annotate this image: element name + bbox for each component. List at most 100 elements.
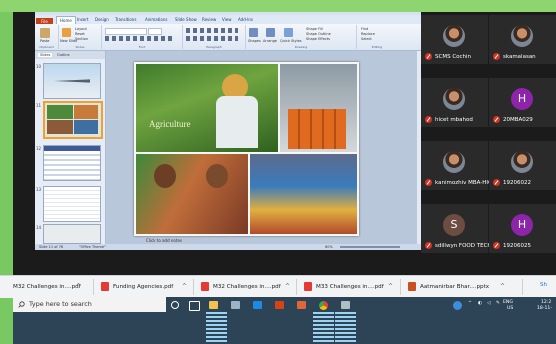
chevron-up-icon[interactable]: ^ bbox=[500, 281, 505, 293]
section-label[interactable]: Section bbox=[75, 37, 88, 41]
clock-time[interactable]: 12:2 bbox=[541, 300, 551, 305]
chevron-up-icon[interactable]: ^ bbox=[468, 301, 472, 306]
thumb-number: 11 bbox=[36, 103, 42, 108]
download-item[interactable]: M32 Challenges in....pdf ^ bbox=[13, 281, 81, 293]
slide-thumbnail[interactable] bbox=[43, 145, 101, 181]
participant-tile[interactable]: kanimozhiv MBA-HIC... bbox=[421, 141, 497, 190]
chevron-up-icon[interactable]: ^ bbox=[388, 281, 393, 293]
tab-insert[interactable]: Insert bbox=[77, 16, 88, 23]
download-name: M33 Challenges in....pdf bbox=[316, 284, 384, 290]
font-name-box[interactable] bbox=[105, 28, 147, 35]
chevron-up-icon[interactable]: ^ bbox=[76, 281, 81, 293]
font-format-buttons[interactable] bbox=[105, 36, 175, 41]
tab-view[interactable]: View bbox=[222, 16, 232, 23]
divider bbox=[193, 279, 194, 295]
slide-thumbnail[interactable] bbox=[43, 186, 101, 222]
quick-styles-icon[interactable] bbox=[284, 28, 293, 37]
download-name: M32 Challenges in....pdf bbox=[13, 284, 81, 290]
tab-transitions[interactable]: Transitions bbox=[115, 16, 136, 23]
show-all-link[interactable]: Sh bbox=[540, 282, 547, 288]
shape-effects-label[interactable]: Shape Effects bbox=[306, 37, 330, 41]
participant-tile[interactable]: skamalasan bbox=[489, 15, 556, 64]
find-label[interactable]: Find bbox=[361, 27, 368, 31]
download-item[interactable]: Aatmanirbar Bhar....pptx ^ bbox=[408, 281, 505, 293]
slide-thumbnails-pane: Slides Outline 10 11 12 13 14 bbox=[35, 51, 106, 244]
pptx-icon bbox=[408, 282, 416, 291]
notes-placeholder[interactable]: Click to add notes bbox=[146, 238, 182, 243]
layout-label[interactable]: Layout bbox=[75, 27, 87, 31]
group-label: Slides bbox=[75, 45, 85, 49]
participant-tile[interactable]: SCMS Cochin bbox=[421, 15, 488, 64]
volume-icon[interactable]: ◁ bbox=[487, 301, 491, 306]
shape-outline-label[interactable]: Shape Outline bbox=[306, 32, 331, 36]
mic-muted-icon bbox=[493, 116, 500, 123]
avatar-initial: S bbox=[443, 214, 465, 236]
pen-icon[interactable]: ✎ bbox=[496, 301, 500, 306]
participant-tile[interactable]: hicet mbahod bbox=[421, 78, 488, 127]
thumb-number: 10 bbox=[36, 64, 42, 69]
taskbar-active-indicator bbox=[335, 312, 356, 344]
participant-name-row: skamalasan bbox=[493, 53, 536, 60]
download-item[interactable]: M33 Challenges in....pdf ^ bbox=[304, 281, 393, 293]
file-explorer-icon[interactable] bbox=[209, 301, 218, 309]
powerpoint-icon[interactable] bbox=[275, 301, 284, 309]
participant-name: SCMS Cochin bbox=[435, 54, 472, 60]
chrome-icon[interactable] bbox=[319, 301, 328, 310]
tab-design[interactable]: Design bbox=[95, 16, 109, 23]
taskbar-active-indicator bbox=[206, 312, 227, 344]
list-buttons[interactable] bbox=[186, 28, 238, 33]
download-item[interactable]: Funding Agencies.pdf ^ bbox=[101, 281, 187, 293]
shapes-icon[interactable] bbox=[249, 28, 258, 37]
language-code[interactable]: ENG bbox=[503, 300, 513, 305]
taskbar-search[interactable]: Type here to search bbox=[13, 297, 166, 312]
participant-name-row: hicet mbahod bbox=[425, 116, 473, 123]
group-label: Clipboard bbox=[39, 45, 54, 49]
align-buttons[interactable] bbox=[186, 36, 238, 41]
tab-add-ins[interactable]: Add-Ins bbox=[238, 16, 253, 23]
weather-icon[interactable] bbox=[453, 301, 462, 310]
slide-thumbnail-selected[interactable] bbox=[43, 101, 103, 139]
network-icon[interactable]: ◐ bbox=[478, 301, 482, 306]
shape-fill-label[interactable]: Shape Fill bbox=[306, 27, 323, 31]
slide-thumbnail[interactable] bbox=[43, 224, 101, 244]
ribbon-tabs: File Home Insert Design Transitions Anim… bbox=[35, 15, 427, 26]
app-icon[interactable] bbox=[341, 301, 350, 309]
replace-label[interactable]: Replace bbox=[361, 32, 375, 36]
chevron-up-icon[interactable]: ^ bbox=[285, 281, 290, 293]
participant-tile[interactable]: Ssdillwyn FOOD TECH... bbox=[421, 204, 497, 253]
zoom-slider[interactable] bbox=[340, 246, 400, 248]
arrange-icon[interactable] bbox=[266, 28, 275, 37]
tab-slide-show[interactable]: Slide Show bbox=[175, 16, 197, 23]
app-icon[interactable] bbox=[297, 301, 306, 309]
font-size-box[interactable] bbox=[148, 28, 162, 35]
chevron-up-icon[interactable]: ^ bbox=[182, 281, 187, 293]
tab-animations[interactable]: Animations bbox=[145, 16, 167, 23]
participant-name: 19206025 bbox=[503, 243, 531, 249]
task-view-icon[interactable] bbox=[189, 301, 200, 311]
download-item[interactable]: M32 Challenges in....pdf ^ bbox=[201, 281, 290, 293]
tab-home[interactable]: Home bbox=[56, 16, 76, 24]
tab-review[interactable]: Review bbox=[202, 16, 216, 23]
tab-slides[interactable]: Slides bbox=[38, 53, 53, 57]
reset-label[interactable]: Reset bbox=[75, 32, 85, 36]
thumb-number: 14 bbox=[36, 225, 42, 230]
download-name: Aatmanirbar Bhar....pptx bbox=[420, 284, 490, 290]
tab-outline[interactable]: Outline bbox=[57, 53, 70, 57]
participant-tile[interactable]: H 19206025 bbox=[489, 204, 556, 253]
current-slide[interactable]: Agriculture bbox=[134, 62, 359, 236]
select-label[interactable]: Select bbox=[361, 37, 372, 41]
thumb-number: 12 bbox=[36, 146, 42, 151]
participant-tile[interactable]: H 20MBA029 bbox=[489, 78, 556, 127]
paste-icon[interactable] bbox=[40, 28, 50, 38]
participant-tile[interactable]: 19206022 bbox=[489, 141, 556, 190]
group-slides: New Slide Layout Reset Section Slides bbox=[59, 25, 102, 49]
new-slide-icon[interactable] bbox=[62, 28, 71, 37]
app-icon[interactable] bbox=[231, 301, 240, 309]
zoom-level[interactable]: 60% bbox=[325, 244, 333, 250]
cortana-icon[interactable] bbox=[171, 301, 179, 309]
participant-name: 20MBA029 bbox=[503, 117, 533, 123]
word-icon[interactable] bbox=[253, 301, 262, 309]
factory-photo bbox=[280, 64, 357, 152]
participant-name-row: kanimozhiv MBA-HIC... bbox=[425, 179, 497, 186]
slide-thumbnail[interactable] bbox=[43, 63, 101, 99]
